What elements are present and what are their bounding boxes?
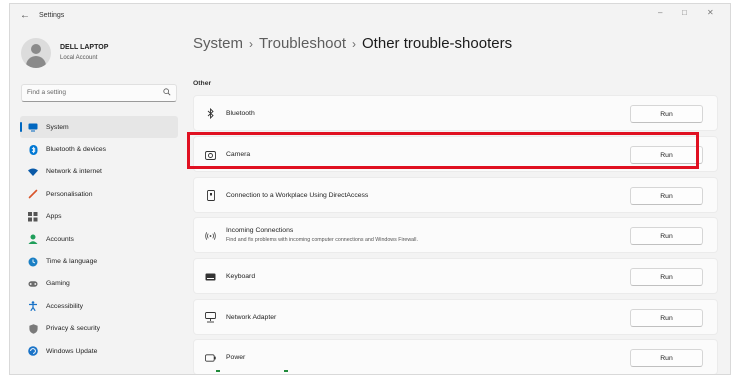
sidebar-item-label: Accounts [46,235,74,243]
keyboard-icon [205,271,216,282]
sidebar-item-windows-update[interactable]: Windows Update [20,340,178,362]
title-bar: ← Settings – □ ✕ [10,4,730,30]
breadcrumb-chevron-icon: › [352,37,357,51]
accessibility-person-icon [28,301,38,312]
sidebar-item-label: Personalisation [46,190,93,198]
globe-clock-icon [28,257,38,267]
user-avatar-icon [21,38,51,68]
decorative-mark [216,370,220,372]
sidebar-item-label: Gaming [46,280,70,288]
troubleshooter-title: Network Adapter [226,314,277,321]
breadcrumb: System › Troubleshoot › Other trouble-shoote… [193,35,512,52]
troubleshooter-description: Find and fix problems with incoming comp… [226,237,418,243]
breadcrumb-chevron-icon: › [249,37,254,51]
close-button[interactable]: ✕ [707,8,714,17]
decorative-mark [284,370,288,372]
troubleshooter-title: Keyboard [226,273,256,280]
troubleshooter-title: Power [226,354,246,361]
profile-account-type: Local Account [60,55,98,61]
breadcrumb-troubleshoot[interactable]: Troubleshoot [259,35,346,52]
network-wifi-icon [28,167,38,177]
sidebar-item-apps[interactable]: Apps [20,206,178,228]
run-button[interactable]: Run [630,187,703,205]
maximize-button[interactable]: □ [682,8,687,17]
minimize-button[interactable]: – [658,8,662,17]
search-icon [163,88,171,96]
sidebar-item-label: Windows Update [46,347,98,355]
troubleshooter-directaccess: Connection to a Workplace Using DirectAc… [193,177,718,213]
run-button[interactable]: Run [630,268,703,286]
sidebar-item-time-language[interactable]: Time & language [20,250,178,272]
run-button[interactable]: Run [630,105,703,123]
paintbrush-icon [28,189,38,199]
accounts-person-icon [28,234,38,245]
system-monitor-icon [28,122,38,132]
troubleshooter-incoming-connections: Incoming Connections Find and fix proble… [193,217,718,253]
power-battery-icon [205,352,216,363]
profile-name: DELL LAPTOP [60,44,109,51]
sidebar-item-label: System [46,123,69,131]
sidebar-item-label: Bluetooth & devices [46,146,107,154]
shield-icon [28,324,38,334]
troubleshooter-power: Power Run [193,339,718,374]
apps-grid-icon [28,211,38,222]
search-input[interactable]: Find a setting [21,84,177,102]
troubleshooter-title: Incoming Connections [226,227,294,234]
workplace-device-icon [205,190,216,201]
sidebar-item-label: Apps [46,213,62,221]
run-button[interactable]: Run [630,309,703,327]
page-title: Other trouble-shooters [362,35,513,52]
sidebar-item-label: Privacy & security [46,325,101,333]
sidebar-item-accessibility[interactable]: Accessibility [20,295,178,317]
sidebar-item-label: Time & language [46,258,98,266]
section-heading: Other [193,80,212,87]
troubleshooter-network-adapter: Network Adapter Run [193,299,718,335]
troubleshooter-title: Connection to a Workplace Using DirectAc… [226,192,369,199]
incoming-connections-icon [205,230,216,241]
gamepad-icon [28,279,38,289]
sidebar-nav: System Bluetooth & devices Network & int… [20,116,178,362]
run-button[interactable]: Run [630,227,703,245]
sidebar-item-bluetooth[interactable]: Bluetooth & devices [20,138,178,160]
sidebar-item-accounts[interactable]: Accounts [20,228,178,250]
bluetooth-icon [205,108,216,119]
sidebar-item-privacy-security[interactable]: Privacy & security [20,318,178,340]
selection-indicator [20,122,22,132]
sidebar-item-label: Accessibility [46,302,84,310]
troubleshooter-keyboard: Keyboard Run [193,258,718,294]
highlight-box [187,132,699,169]
troubleshooter-bluetooth: Bluetooth Run [193,95,718,131]
sidebar-item-system[interactable]: System [20,116,178,139]
sidebar-item-gaming[interactable]: Gaming [20,273,178,295]
troubleshooter-title: Bluetooth [226,110,255,117]
settings-window: ← Settings – □ ✕ DELL LAPTOP Local Accou… [9,3,731,375]
run-button[interactable]: Run [630,349,703,367]
breadcrumb-system[interactable]: System [193,35,243,52]
network-adapter-icon [205,312,216,323]
search-placeholder: Find a setting [27,89,67,96]
bluetooth-icon [28,144,38,155]
sidebar-item-personalisation[interactable]: Personalisation [20,183,178,205]
sidebar-item-label: Network & internet [46,168,102,176]
sidebar-item-network[interactable]: Network & internet [20,161,178,183]
windows-update-icon [28,346,38,356]
app-title: Settings [39,12,65,19]
back-arrow-icon[interactable]: ← [20,10,30,21]
